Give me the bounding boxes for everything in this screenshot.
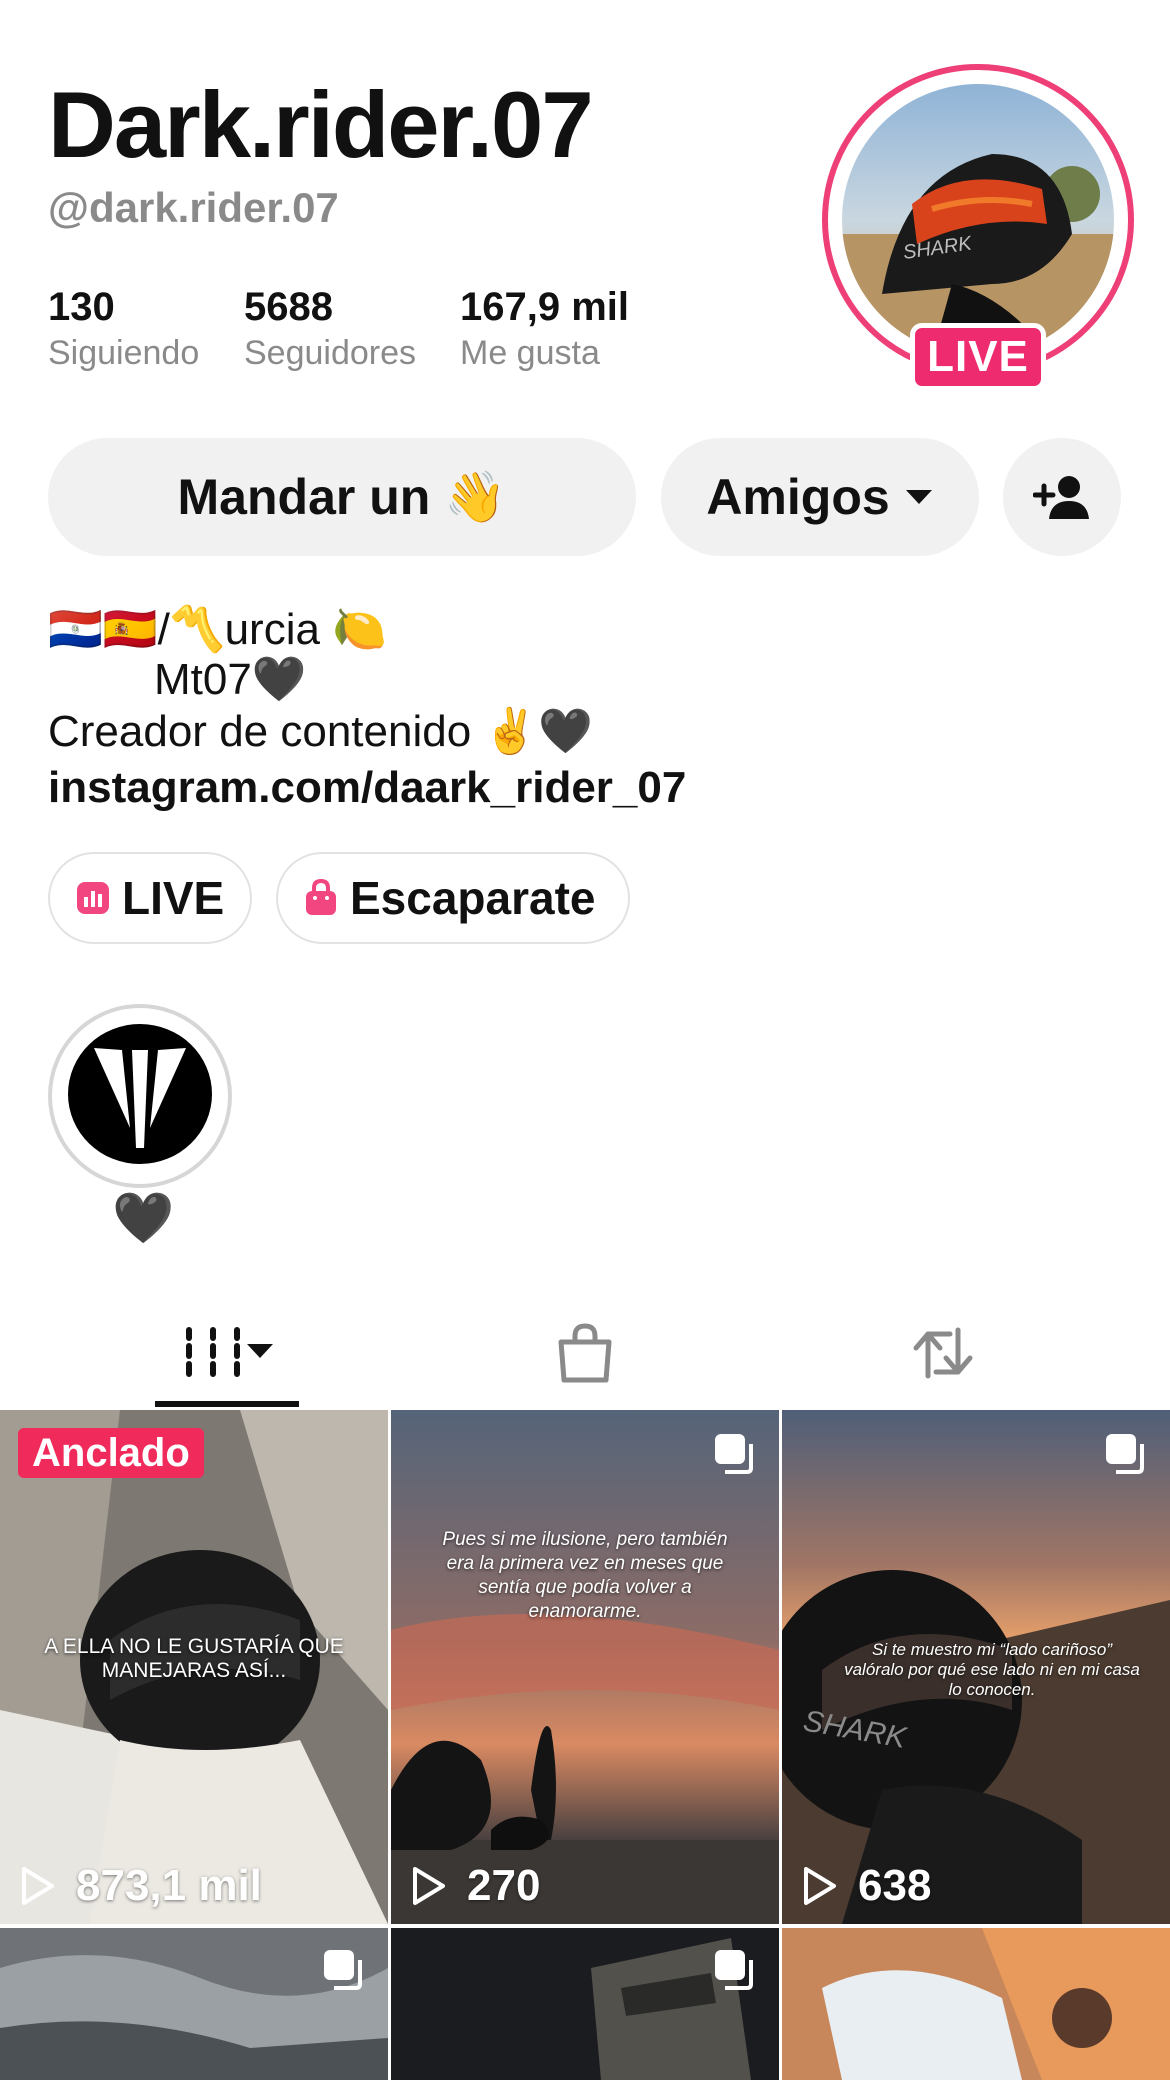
bio-line-1: 🇵🇾🇪🇸/〽️urcia 🍋 — [48, 605, 387, 654]
followers-count: 5688 — [244, 285, 333, 329]
video-thumbnail-1[interactable]: A ELLA NO LE GUSTARÍA QUE MANEJARAS ASÍ.… — [0, 1410, 388, 1924]
videos-grid-icon — [186, 1327, 273, 1377]
video-thumbnail-2[interactable]: Pues si me ilusione, pero también era la… — [391, 1410, 779, 1924]
following-count: 130 — [48, 285, 115, 329]
showcase-pill[interactable]: Escaparate — [276, 852, 630, 944]
play-icon — [22, 1867, 54, 1905]
stat-followers[interactable]: 5688 Seguidores — [244, 282, 416, 374]
person-add-icon — [1033, 476, 1089, 519]
video-thumbnail-6[interactable] — [782, 1928, 1170, 2080]
multi-photo-icon — [715, 1950, 753, 1990]
likes-label: Me gusta — [460, 334, 600, 372]
top-bar — [0, 0, 1170, 14]
live-chart-icon — [77, 882, 109, 914]
stat-following[interactable]: 130 Siguiendo — [48, 282, 199, 374]
multi-photo-icon — [324, 1950, 362, 1990]
pinned-badge: Anclado — [18, 1428, 204, 1478]
highlight-logo-icon — [60, 1016, 220, 1176]
video-views-2: 270 — [409, 1860, 540, 1912]
display-name: Dark.rider.07 — [48, 72, 594, 177]
live-pill-label: LIVE — [122, 872, 225, 924]
shopping-bag-icon — [558, 1323, 612, 1383]
video-views-3: 638 — [800, 1860, 931, 1912]
multi-photo-icon — [1106, 1434, 1144, 1474]
shopping-bag-icon — [306, 879, 336, 915]
bio-line-3: Creador de contenido ✌️🖤 — [48, 707, 593, 756]
username-handle: @dark.rider.07 — [48, 184, 339, 231]
story-highlight[interactable] — [48, 1004, 232, 1188]
avatar-image: SHARK — [842, 84, 1114, 356]
video-caption-2: Pues si me ilusione, pero también era la… — [442, 1529, 728, 1622]
tab-reposts[interactable] — [910, 1320, 976, 1386]
add-friend-button[interactable] — [1003, 438, 1121, 556]
multi-photo-icon — [715, 1434, 753, 1474]
following-label: Siguiendo — [48, 334, 200, 372]
followers-label: Seguidores — [244, 334, 417, 372]
content-tabs — [0, 1300, 1170, 1410]
live-pill[interactable]: LIVE — [48, 852, 252, 944]
highlight-label: 🖤 — [112, 1190, 175, 1246]
video-views-1: 873,1 mil — [18, 1860, 262, 1912]
send-wave-button[interactable]: Mandar un 👋 — [48, 438, 636, 556]
video-thumbnail-3[interactable]: SHARK Si te muestro mi “lado cariñoso” v… — [782, 1410, 1170, 1924]
play-icon — [804, 1867, 836, 1905]
video-caption-1: A ELLA NO LE GUSTARÍA QUE MANEJARAS ASÍ.… — [44, 1635, 344, 1682]
video-thumbnail-5[interactable] — [391, 1928, 779, 2080]
bio-link[interactable]: instagram.com/daark_rider_07 — [48, 762, 686, 814]
back-icon[interactable] — [70, 0, 100, 10]
video-thumbnail-4[interactable] — [0, 1928, 388, 2080]
stat-likes[interactable]: 167,9 mil Me gusta — [460, 282, 629, 374]
live-badge[interactable]: LIVE — [910, 323, 1046, 391]
play-icon — [413, 1867, 445, 1905]
tab-shop[interactable] — [555, 1320, 615, 1386]
bio-line-2: Mt07🖤 — [154, 655, 307, 704]
friends-button-label: Amigos — [706, 469, 890, 525]
likes-count: 167,9 mil — [460, 285, 630, 329]
chevron-down-icon — [905, 490, 932, 504]
repost-icon — [913, 1327, 973, 1379]
showcase-pill-label: Escaparate — [350, 872, 596, 924]
active-tab-indicator — [155, 1401, 299, 1407]
menu-icons[interactable] — [940, 0, 1110, 10]
friends-button[interactable]: Amigos — [661, 438, 979, 556]
tab-videos[interactable] — [175, 1322, 285, 1388]
video-caption-3: Si te muestro mi “lado cariñoso” valóral… — [844, 1640, 1140, 1699]
